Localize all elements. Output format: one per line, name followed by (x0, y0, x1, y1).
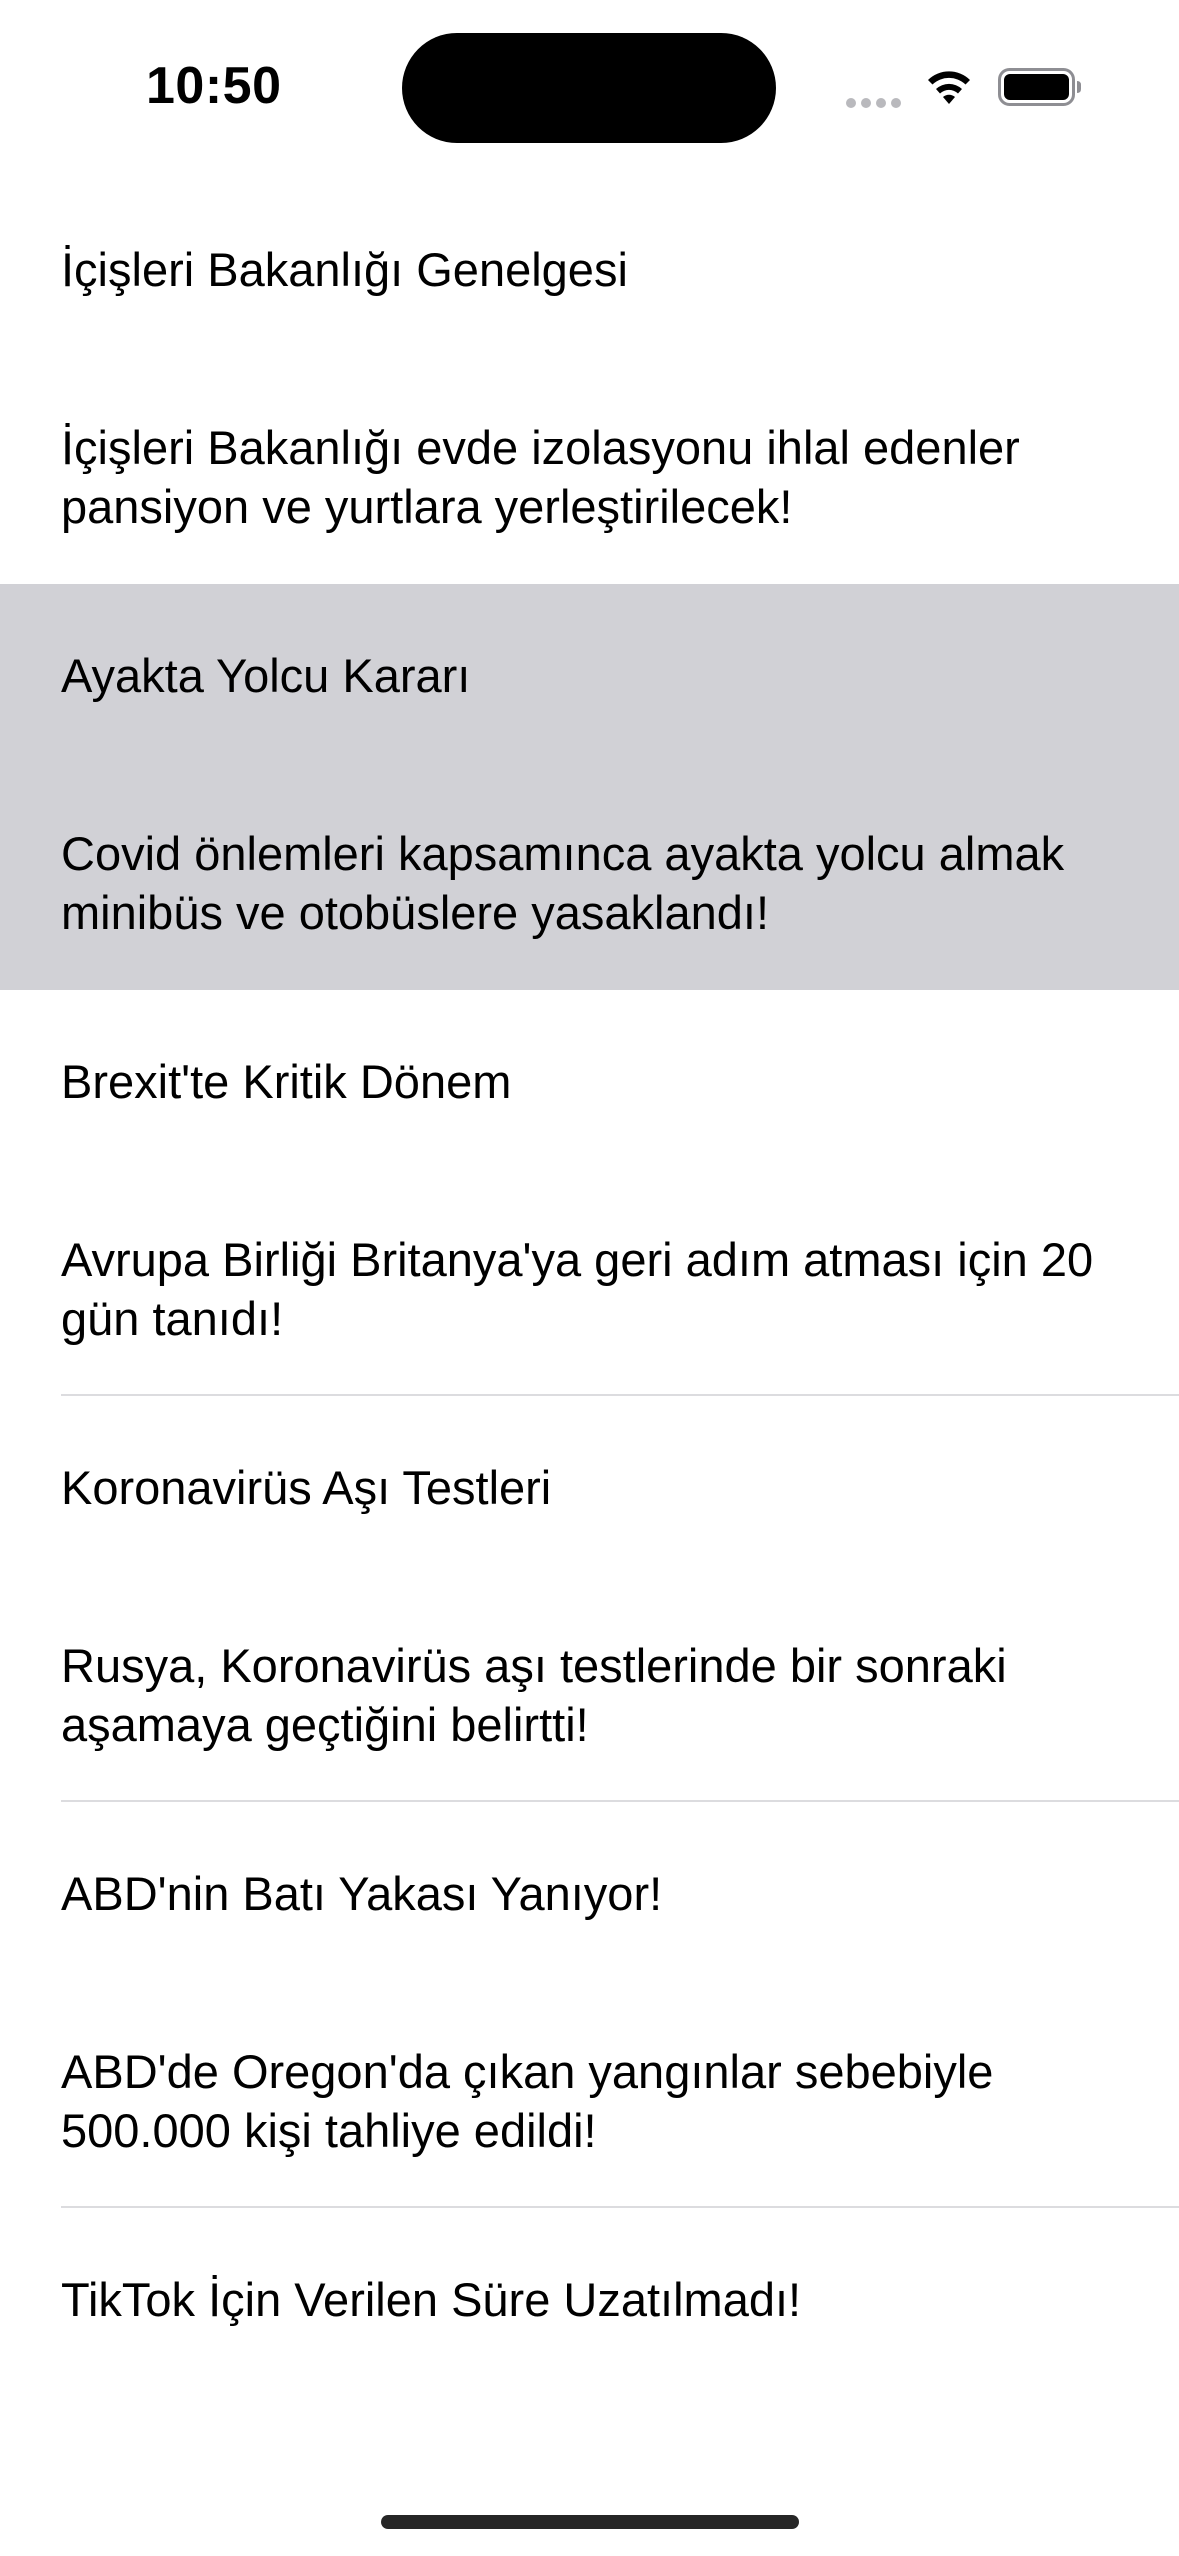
news-description: Rusya, Koronavirüs aşı testlerinde bir s… (61, 1639, 1007, 1751)
news-description: ABD'de Oregon'da çıkan yangınlar sebebiy… (61, 2045, 994, 2157)
news-list-screen: 10:50 İçişleri Bakanlığı Genelgesi İçişl… (0, 0, 1179, 2556)
news-list: İçişleri Bakanlığı Genelgesi İçişleri Ba… (0, 178, 1179, 2556)
news-item[interactable]: TikTok İçin Verilen Süre Uzatılmadı! (0, 2208, 1179, 2556)
news-description: Covid önlemleri kapsamınca ayakta yolcu … (61, 827, 1065, 939)
wifi-icon (928, 71, 970, 104)
news-item[interactable]: Brexit'te Kritik Dönem Avrupa Birliği Br… (0, 990, 1179, 1396)
news-title: ABD'nin Batı Yakası Yanıyor! (61, 1867, 663, 1920)
news-title: TikTok İçin Verilen Süre Uzatılmadı! (61, 2273, 802, 2326)
home-indicator[interactable] (381, 2515, 799, 2529)
news-title: Brexit'te Kritik Dönem (61, 1055, 512, 1108)
news-title: İçişleri Bakanlığı Genelgesi (61, 243, 628, 296)
news-description: Avrupa Birliği Britanya'ya geri adım atm… (61, 1233, 1094, 1345)
news-description: İçişleri Bakanlığı evde izolasyonu ihlal… (61, 421, 1020, 533)
battery-icon (998, 68, 1081, 106)
news-item[interactable]: Koronavirüs Aşı Testleri Rusya, Koronavi… (0, 1396, 1179, 1802)
cellular-signal-icon (846, 95, 906, 108)
news-item[interactable]: İçişleri Bakanlığı Genelgesi İçişleri Ba… (0, 178, 1179, 584)
status-time: 10:50 (146, 57, 282, 115)
dynamic-island (402, 33, 776, 143)
news-item[interactable]: ABD'nin Batı Yakası Yanıyor! ABD'de Oreg… (0, 1802, 1179, 2208)
news-title: Koronavirüs Aşı Testleri (61, 1461, 552, 1514)
news-title: Ayakta Yolcu Kararı (61, 649, 471, 702)
news-item-selected[interactable]: Ayakta Yolcu Kararı Covid önlemleri kaps… (0, 584, 1179, 990)
status-bar: 10:50 (0, 0, 1179, 180)
